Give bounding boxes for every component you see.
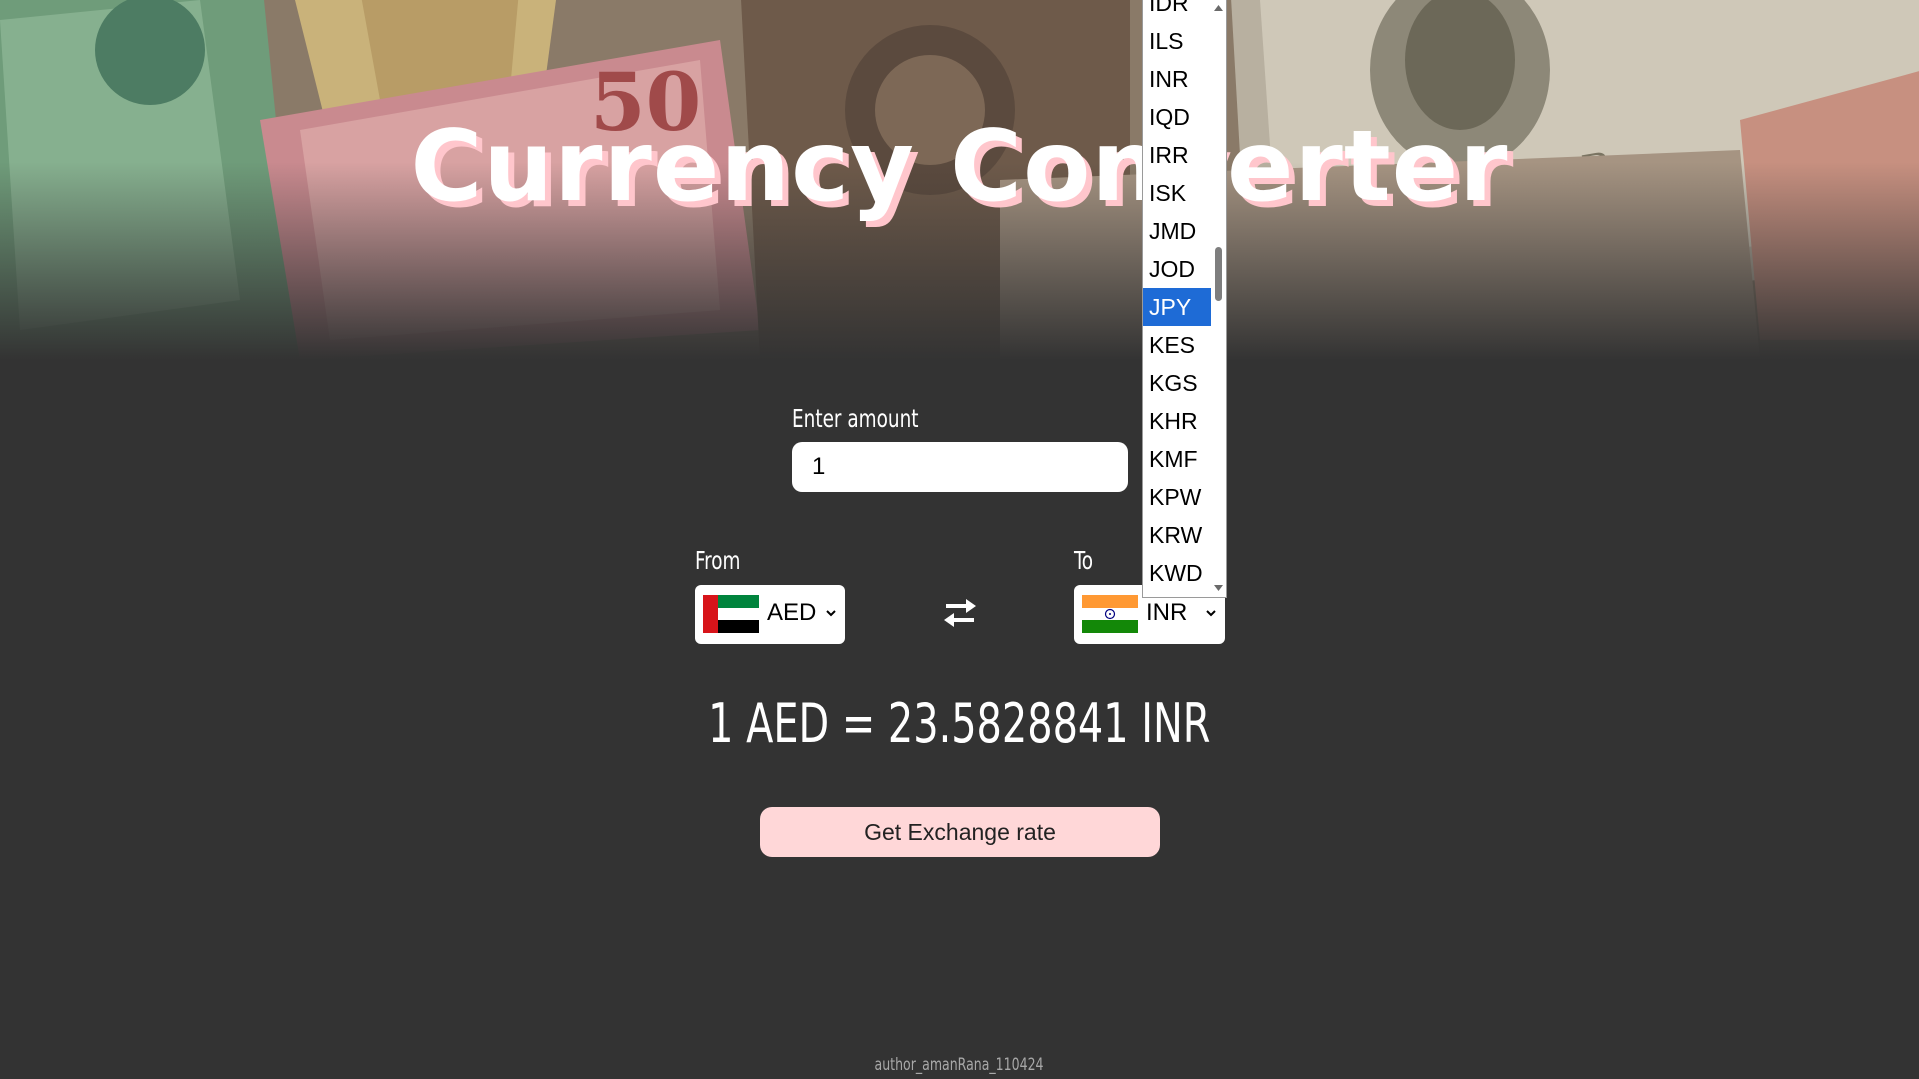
currency-option-krw[interactable]: KRW [1143,516,1211,554]
currency-option-inr[interactable]: INR [1143,60,1211,98]
author-text: author_amanRana_110424 [875,1055,1044,1075]
swap-arrows-icon[interactable] [942,595,978,631]
exchange-result-text: 1 AED = 23.5828841 INR [708,692,1211,755]
currency-option-jod[interactable]: JOD [1143,250,1211,288]
currency-option-idr[interactable]: IDR [1143,0,1211,22]
currency-option-kwd[interactable]: KWD [1143,554,1211,592]
currency-options: IDR ILS INR IQD IRR ISK JMD JOD JPY KES KGS KHR KMF K… [1143,0,1211,592]
to-currency-code: INR [1146,599,1188,626]
amount-label: Enter amount [792,404,919,433]
currency-option-kmf[interactable]: KMF [1143,440,1211,478]
from-label: From [695,546,741,575]
get-exchange-rate-button[interactable]: Get Exchange rate [760,807,1160,857]
currency-option-ils[interactable]: ILS [1143,22,1211,60]
currency-option-jpy[interactable]: JPY [1143,288,1211,326]
currency-option-irr[interactable]: IRR [1143,136,1211,174]
to-label: To [1074,546,1094,575]
amount-input[interactable] [792,442,1128,492]
scroll-down-arrow-icon[interactable] [1213,584,1224,592]
currency-option-kes[interactable]: KES [1143,326,1211,364]
currency-option-khr[interactable]: KHR [1143,402,1211,440]
currency-option-kgs[interactable]: KGS [1143,364,1211,402]
from-currency-select[interactable]: AED [695,585,845,644]
uae-flag-icon [703,595,759,633]
currency-converter-page: 50 DOLLAR Currency Converter Enter amoun… [0,0,1919,1079]
currency-option-jmd[interactable]: JMD [1143,212,1211,250]
currency-option-isk[interactable]: ISK [1143,174,1211,212]
currency-option-iqd[interactable]: IQD [1143,98,1211,136]
chevron-down-icon [1206,610,1216,617]
scrollbar-thumb[interactable] [1215,247,1222,301]
currency-option-kpw[interactable]: KPW [1143,478,1211,516]
india-flag-icon [1082,595,1138,633]
page-title: Currency Converter [410,110,1509,224]
dropdown-scrollbar[interactable] [1211,0,1226,597]
to-currency-dropdown-list[interactable]: IDR ILS INR IQD IRR ISK JMD JOD JPY KES KGS KHR KMF K… [1142,0,1227,598]
chevron-down-icon [826,610,836,617]
from-currency-code: AED [767,599,817,626]
scroll-up-arrow-icon[interactable] [1213,4,1224,12]
exchange-result: 1 AED = 23.5828841 INR [0,692,1919,755]
hero-banner: 50 DOLLAR Currency Converter [0,0,1919,360]
author-footer: author_amanRana_110424 [0,1055,1919,1075]
